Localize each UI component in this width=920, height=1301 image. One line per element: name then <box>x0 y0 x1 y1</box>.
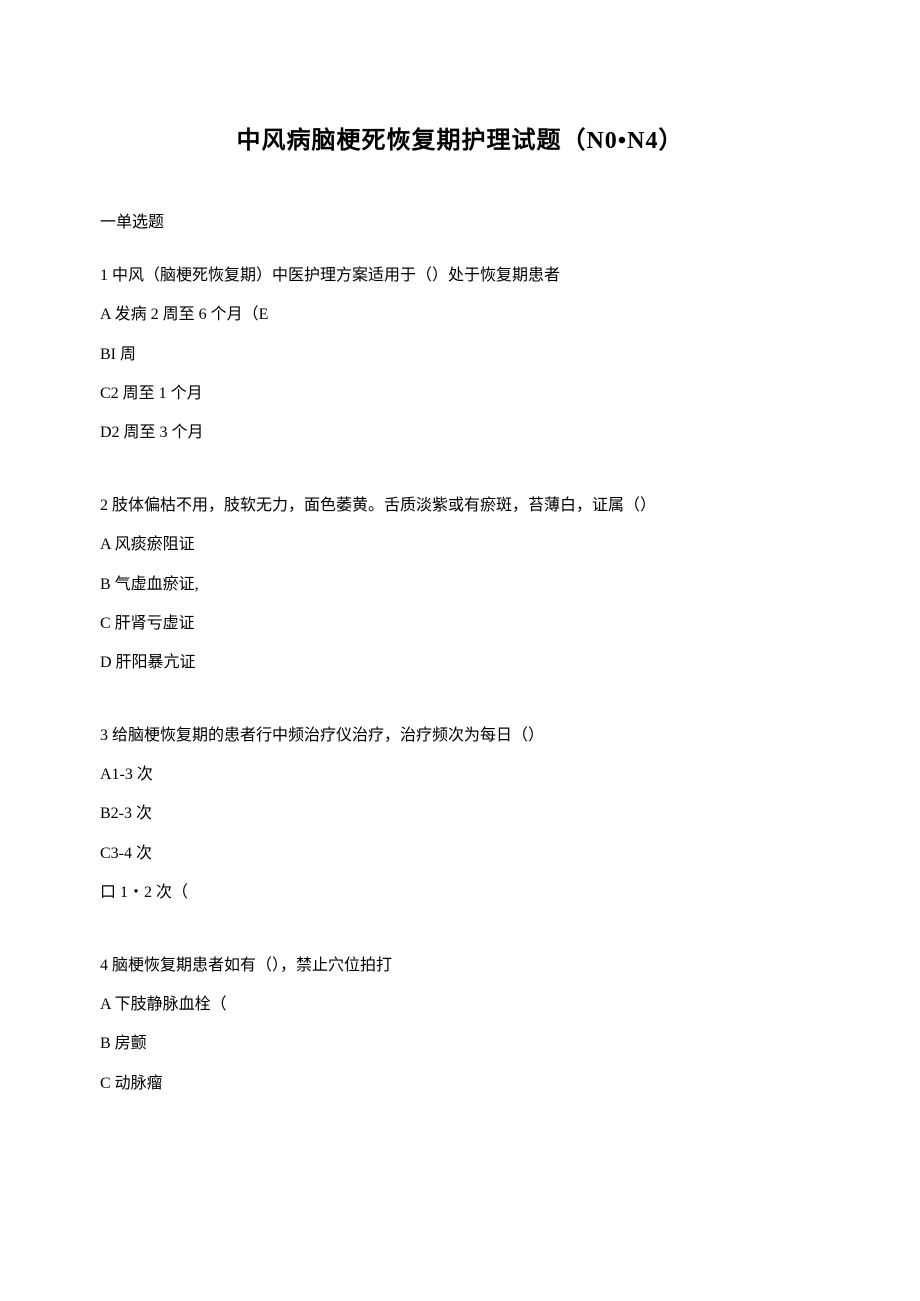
option-c: C 肝肾亏虚证 <box>100 606 820 641</box>
question-block-2: 2 肢体偏枯不用，肢软无力，面色萎黄。舌质淡紫或有瘀斑，苔薄白，证属（） A 风… <box>100 488 820 680</box>
question-text: 1 中风（脑梗死恢复期）中医护理方案适用于（）处于恢复期患者 <box>100 258 820 293</box>
option-b: B 房颤 <box>100 1026 820 1061</box>
option-b: B 气虚血瘀证, <box>100 567 820 602</box>
question-text: 3 给脑梗恢复期的患者行中频治疗仪治疗，治疗频次为每日（） <box>100 718 820 753</box>
option-c: C2 周至 1 个月 <box>100 376 820 411</box>
option-c: C 动脉瘤 <box>100 1066 820 1101</box>
question-block-1: 1 中风（脑梗死恢复期）中医护理方案适用于（）处于恢复期患者 A 发病 2 周至… <box>100 258 820 450</box>
question-block-3: 3 给脑梗恢复期的患者行中频治疗仪治疗，治疗频次为每日（） A1-3 次 B2-… <box>100 718 820 910</box>
option-c: C3-4 次 <box>100 836 820 871</box>
option-b: B2-3 次 <box>100 796 820 831</box>
option-a: A1-3 次 <box>100 757 820 792</box>
section-header: 一单选题 <box>100 205 820 240</box>
question-text: 2 肢体偏枯不用，肢软无力，面色萎黄。舌质淡紫或有瘀斑，苔薄白，证属（） <box>100 488 820 523</box>
question-block-4: 4 脑梗恢复期患者如有（），禁止穴位拍打 A 下肢静脉血栓（ B 房颤 C 动脉… <box>100 948 820 1101</box>
document-title: 中风病脑梗死恢复期护理试题（N0•N4） <box>100 120 820 155</box>
option-d: D 肝阳暴亢证 <box>100 645 820 680</box>
option-a: A 风痰瘀阻证 <box>100 527 820 562</box>
option-a: A 下肢静脉血栓（ <box>100 987 820 1022</box>
option-b: BI 周 <box>100 337 820 372</box>
option-d: D2 周至 3 个月 <box>100 415 820 450</box>
option-a: A 发病 2 周至 6 个月（E <box>100 297 820 332</box>
option-d: 口 1・2 次（ <box>100 875 820 910</box>
question-text: 4 脑梗恢复期患者如有（），禁止穴位拍打 <box>100 948 820 983</box>
